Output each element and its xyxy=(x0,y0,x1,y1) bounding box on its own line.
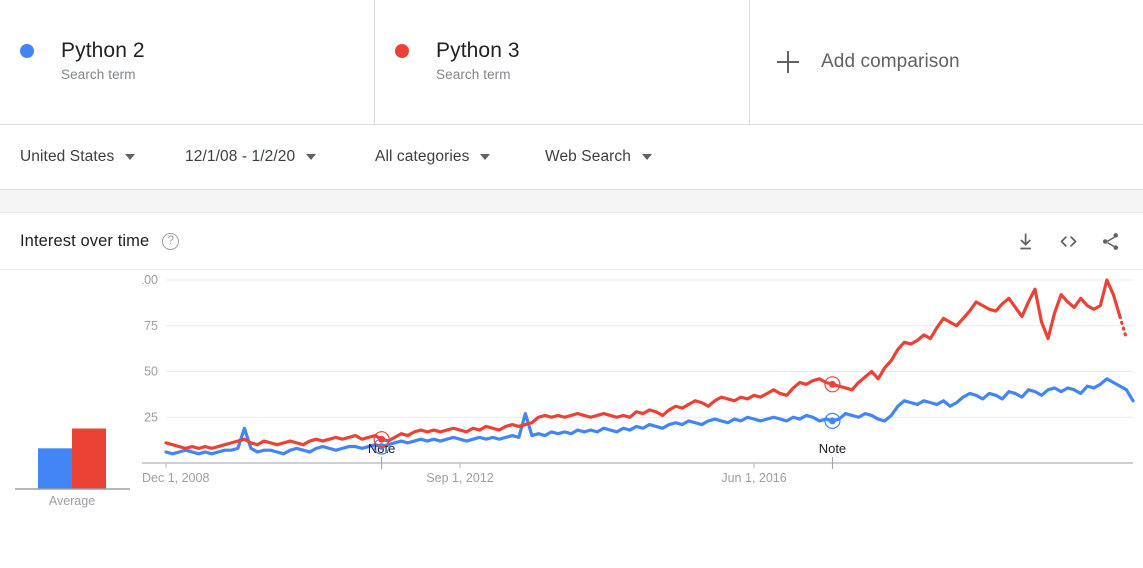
search-term-label: Python 3 xyxy=(436,39,520,62)
filters-row: United States 12/1/08 - 1/2/20 All categ… xyxy=(0,125,1143,190)
interest-over-time-card: Interest over time ? Average 25 50 75 00… xyxy=(0,213,1143,568)
y-axis-tick: 100 xyxy=(142,273,158,287)
trends-chart-svg: 25 50 75 100 Dec 1, 2008 Sep 1, 2012 Jun 1, 20… xyxy=(142,273,1135,485)
average-bar-python3 xyxy=(72,428,106,489)
search-term-card-2[interactable]: Python 3 Search term xyxy=(375,0,750,124)
search-terms-row: Python 2 Search term Python 3 Search ter… xyxy=(0,0,1143,125)
note-label: Note xyxy=(819,441,846,456)
chevron-down-icon xyxy=(480,154,491,160)
x-axis-tick-label: Dec 1, 2008 xyxy=(142,471,209,485)
filter-category-label: All categories xyxy=(375,148,470,165)
series-line-python-2 xyxy=(164,377,1135,456)
search-term-label: Python 2 xyxy=(61,39,145,62)
legend-dot-blue xyxy=(20,44,34,58)
term-header: Python 3 xyxy=(395,38,749,64)
section-separator xyxy=(0,190,1143,213)
trends-line-chart: 25 50 75 100 Dec 1, 2008 Sep 1, 2012 Jun 1, 20… xyxy=(142,270,1143,567)
legend-dot-red xyxy=(395,44,409,58)
page-title: Interest over time xyxy=(20,231,150,250)
filter-time-range[interactable]: 12/1/08 - 1/2/20 xyxy=(185,148,375,166)
chart-body: Average 25 50 75 100 Dec 1, 2008 Sep 1, 2012 J… xyxy=(0,270,1143,567)
filter-category[interactable]: All categories xyxy=(375,148,545,166)
add-comparison-button[interactable]: Add comparison xyxy=(750,0,1143,124)
chevron-down-icon xyxy=(125,154,136,160)
filter-location[interactable]: United States xyxy=(20,148,185,166)
note-marker-dot xyxy=(829,380,836,388)
download-icon[interactable] xyxy=(1011,226,1041,256)
chevron-down-icon xyxy=(642,154,653,160)
search-term-card-1[interactable]: Python 2 Search term xyxy=(0,0,375,124)
filter-time-range-label: 12/1/08 - 1/2/20 xyxy=(185,148,296,165)
series-line-python-3 xyxy=(164,278,1122,450)
card-header: Interest over time ? xyxy=(0,213,1143,270)
series-partial-tail xyxy=(1118,314,1129,341)
average-bar-chart: Average xyxy=(0,270,142,567)
add-comparison-label: Add comparison xyxy=(821,51,960,72)
filter-location-label: United States xyxy=(20,148,115,165)
y-axis-tick: 50 xyxy=(144,365,158,379)
embed-code-icon[interactable] xyxy=(1053,226,1083,256)
search-term-type: Search term xyxy=(61,67,136,82)
term-header: Python 2 xyxy=(20,38,374,64)
share-icon[interactable] xyxy=(1095,226,1125,256)
chevron-down-icon xyxy=(306,154,317,160)
help-icon[interactable]: ? xyxy=(162,232,180,250)
x-axis-tick-label: Jun 1, 2016 xyxy=(721,471,786,485)
note-marker-dot xyxy=(378,435,386,443)
filter-search-type[interactable]: Web Search xyxy=(545,148,715,166)
x-axis-tick-label: Sep 1, 2012 xyxy=(426,471,493,485)
average-bars-svg: Average xyxy=(15,428,130,508)
y-axis-tick: 75 xyxy=(144,319,158,333)
y-axis-tick: 25 xyxy=(144,410,158,424)
average-label: Average xyxy=(49,494,95,508)
search-term-type: Search term xyxy=(436,67,511,82)
note-marker-dot xyxy=(829,417,836,425)
filter-search-type-label: Web Search xyxy=(545,148,632,165)
average-bar-python2 xyxy=(38,448,72,489)
plus-icon xyxy=(777,51,799,73)
